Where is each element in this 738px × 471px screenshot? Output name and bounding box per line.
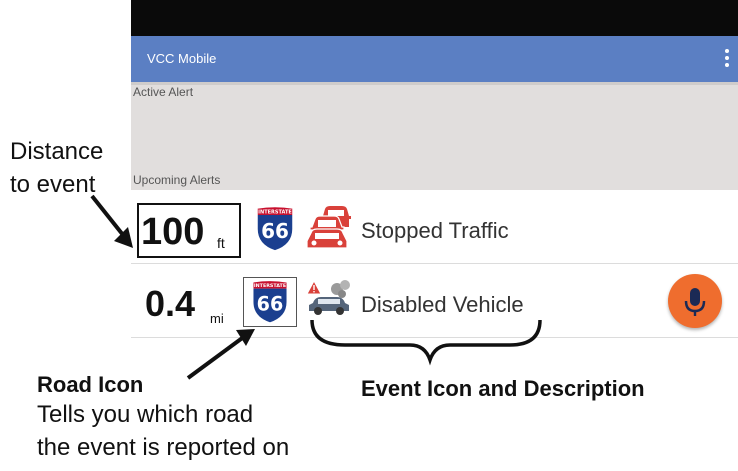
road-arrowhead <box>236 329 255 346</box>
event-brace <box>310 319 542 366</box>
annotation-arrows <box>90 194 542 380</box>
road-arrow <box>186 334 247 380</box>
